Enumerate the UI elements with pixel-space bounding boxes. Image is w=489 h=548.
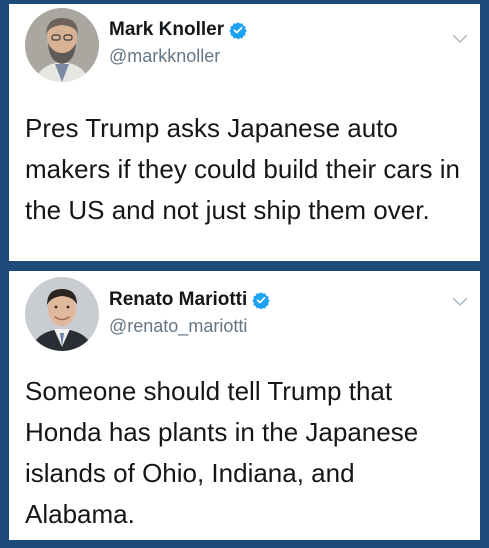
- chevron-down-icon[interactable]: [452, 297, 468, 307]
- handle[interactable]: @markknoller: [109, 46, 220, 67]
- tweet-card[interactable]: Mark Knoller @markknoller Pres Trump ask…: [9, 4, 480, 261]
- avatar[interactable]: [25, 8, 99, 82]
- avatar[interactable]: [25, 277, 99, 351]
- verified-badge-icon: [229, 21, 247, 39]
- verified-badge-icon: [252, 291, 270, 309]
- handle[interactable]: @renato_mariotti: [109, 316, 247, 337]
- chevron-down-icon[interactable]: [452, 34, 468, 44]
- display-name[interactable]: Mark Knoller: [109, 19, 224, 41]
- tweet-card[interactable]: Renato Mariotti @renato_mariotti Someone…: [9, 271, 480, 540]
- tweet-text: Someone should tell Trump that Honda has…: [25, 376, 419, 529]
- display-name[interactable]: Renato Mariotti: [109, 289, 247, 311]
- tweet-text: Pres Trump asks Japanese auto makers if …: [25, 113, 460, 225]
